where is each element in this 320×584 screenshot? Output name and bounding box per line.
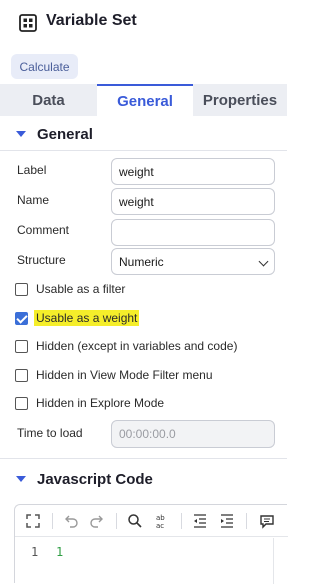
structure-select[interactable]: Numeric — [111, 248, 275, 275]
toolbar-separator — [116, 513, 117, 529]
tab-general[interactable]: General — [97, 84, 193, 116]
collapse-caret-icon[interactable] — [16, 131, 26, 137]
toolbar-separator — [181, 513, 182, 529]
comment-input[interactable] — [111, 219, 275, 246]
line-number: 1 — [31, 545, 39, 559]
checkbox-label: Hidden in Explore Mode — [36, 396, 165, 410]
usable-as-filter-option[interactable]: Usable as a filter — [15, 280, 127, 298]
name-field-label: Name — [17, 193, 50, 207]
checkbox-label: Usable as a weight — [34, 310, 140, 326]
panel-header: Variable Set — [0, 0, 287, 46]
usable-as-weight-checkbox[interactable] — [15, 311, 28, 325]
hidden-view-mode-option[interactable]: Hidden in View Mode Filter menu — [15, 366, 215, 384]
checkbox-label: Hidden in View Mode Filter menu — [36, 368, 213, 382]
label-input[interactable]: weight — [111, 158, 275, 185]
replace-icon[interactable]: ab ac — [153, 512, 171, 530]
search-icon[interactable] — [126, 512, 144, 530]
divider — [0, 150, 287, 151]
indent-icon[interactable] — [218, 512, 236, 530]
undo-icon[interactable] — [62, 512, 80, 530]
hidden-except-checkbox[interactable] — [15, 339, 28, 353]
comment-field-label: Comment — [17, 223, 70, 237]
code-toolbar: ab ac — [15, 505, 288, 537]
time-to-load-input: 00:00:00.0 — [111, 420, 275, 448]
structure-select-value: Numeric — [119, 254, 164, 269]
comment-icon[interactable] — [258, 512, 276, 530]
usable-as-weight-option[interactable]: Usable as a weight — [15, 309, 140, 327]
hidden-explore-mode-checkbox[interactable] — [15, 396, 28, 410]
fullscreen-icon[interactable] — [24, 512, 42, 530]
grid-icon — [19, 14, 37, 32]
calculate-button[interactable]: Calculate — [11, 54, 78, 79]
toolbar-separator — [52, 513, 53, 529]
checkbox-label: Usable as a filter — [36, 282, 126, 296]
editor-margin-line — [273, 538, 274, 584]
collapse-caret-icon[interactable] — [16, 476, 26, 482]
svg-text:ac: ac — [156, 522, 164, 530]
general-section-header[interactable]: General — [0, 118, 287, 150]
javascript-section-header[interactable]: Javascript Code — [0, 463, 287, 495]
time-to-load-label: Time to load — [17, 426, 83, 440]
hidden-view-mode-checkbox[interactable] — [15, 368, 28, 382]
name-input[interactable]: weight — [111, 188, 275, 215]
label-field-label: Label — [17, 163, 47, 177]
section-title: General — [37, 125, 93, 143]
code-editor[interactable]: ab ac 1 1 — [14, 504, 288, 584]
svg-text:ab: ab — [156, 514, 165, 522]
toolbar-separator — [246, 513, 247, 529]
outdent-icon[interactable] — [191, 512, 209, 530]
checkbox-label: Hidden (except in variables and code) — [36, 339, 238, 353]
chevron-down-icon — [258, 256, 269, 267]
redo-icon[interactable] — [88, 512, 106, 530]
usable-as-filter-checkbox[interactable] — [15, 282, 28, 296]
tab-properties[interactable]: Properties — [193, 84, 287, 116]
section-title: Javascript Code — [37, 470, 153, 488]
structure-field-label: Structure — [17, 253, 66, 267]
divider — [0, 458, 287, 459]
panel-title: Variable Set — [46, 12, 137, 29]
tab-bar: Data General Properties — [0, 84, 287, 116]
hidden-except-option[interactable]: Hidden (except in variables and code) — [15, 337, 239, 355]
tab-data[interactable]: Data — [0, 84, 97, 116]
code-line[interactable]: 1 — [56, 545, 63, 559]
hidden-explore-mode-option[interactable]: Hidden in Explore Mode — [15, 394, 166, 412]
